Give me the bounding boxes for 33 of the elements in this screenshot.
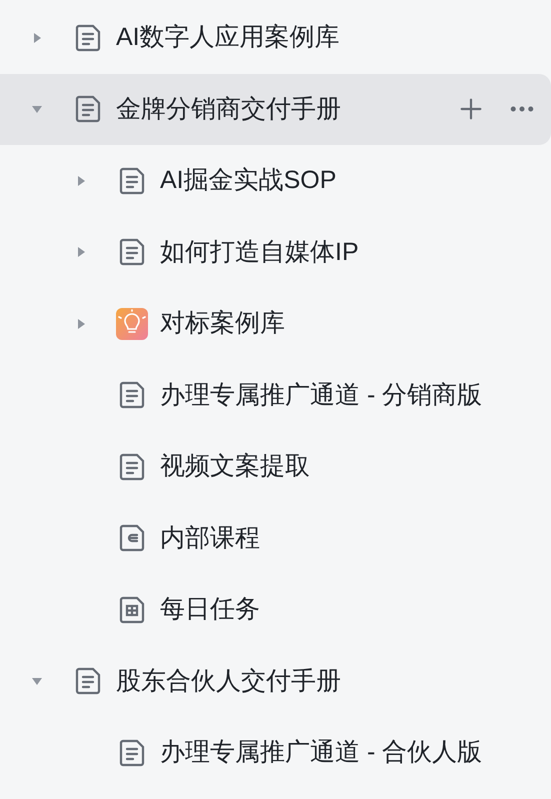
item-title: 对标案例库 <box>160 308 285 339</box>
document-icon <box>119 738 145 767</box>
tree-item[interactable]: 内部课程 <box>0 502 551 574</box>
tree-item[interactable]: AI掘金实战SOP <box>0 145 551 216</box>
item-title: 每日任务 <box>160 594 260 625</box>
item-title: 办理专属推广通道 - 分销商版 <box>160 380 482 410</box>
tree-item[interactable]: 办理专属推广通道 - 合伙人版 <box>0 717 551 788</box>
item-title: 办理专属推广通道 - 合伙人版 <box>160 737 482 768</box>
item-title: 股东合伙人交付手册 <box>116 666 341 696</box>
lightbulb-icon <box>116 308 148 340</box>
tree-item[interactable]: 金牌分销商交付手册 <box>0 74 551 145</box>
grid-icon <box>119 596 145 624</box>
tree-item[interactable]: AI数字人应用案例库 <box>0 2 551 74</box>
tree-item[interactable]: 每日任务 <box>0 574 551 646</box>
document-icon <box>119 452 145 481</box>
item-title: AI掘金实战SOP <box>160 165 336 196</box>
tree-item[interactable]: 如何打造自媒体IP <box>0 216 551 288</box>
item-title: 内部课程 <box>160 522 260 554</box>
tree-item[interactable]: 股东合伙人交付手册 <box>0 646 551 717</box>
document-icon <box>75 667 101 696</box>
document-icon <box>119 381 145 410</box>
document-icon <box>75 24 101 52</box>
tree-item[interactable]: 办理专属推广通道 - 分销商版 <box>0 360 551 431</box>
item-title: AI数字人应用案例库 <box>116 22 340 53</box>
slides-icon <box>119 524 145 552</box>
tree-item[interactable]: 视频文案提取 <box>0 431 551 502</box>
item-title: 金牌分销商交付手册 <box>116 94 341 124</box>
document-icon <box>119 238 145 266</box>
tree-item[interactable]: 对标案例库 <box>0 288 551 360</box>
item-title: 视频文案提取 <box>160 451 310 482</box>
item-title: 如何打造自媒体IP <box>160 236 359 268</box>
document-icon <box>119 166 145 195</box>
document-icon <box>75 95 101 124</box>
